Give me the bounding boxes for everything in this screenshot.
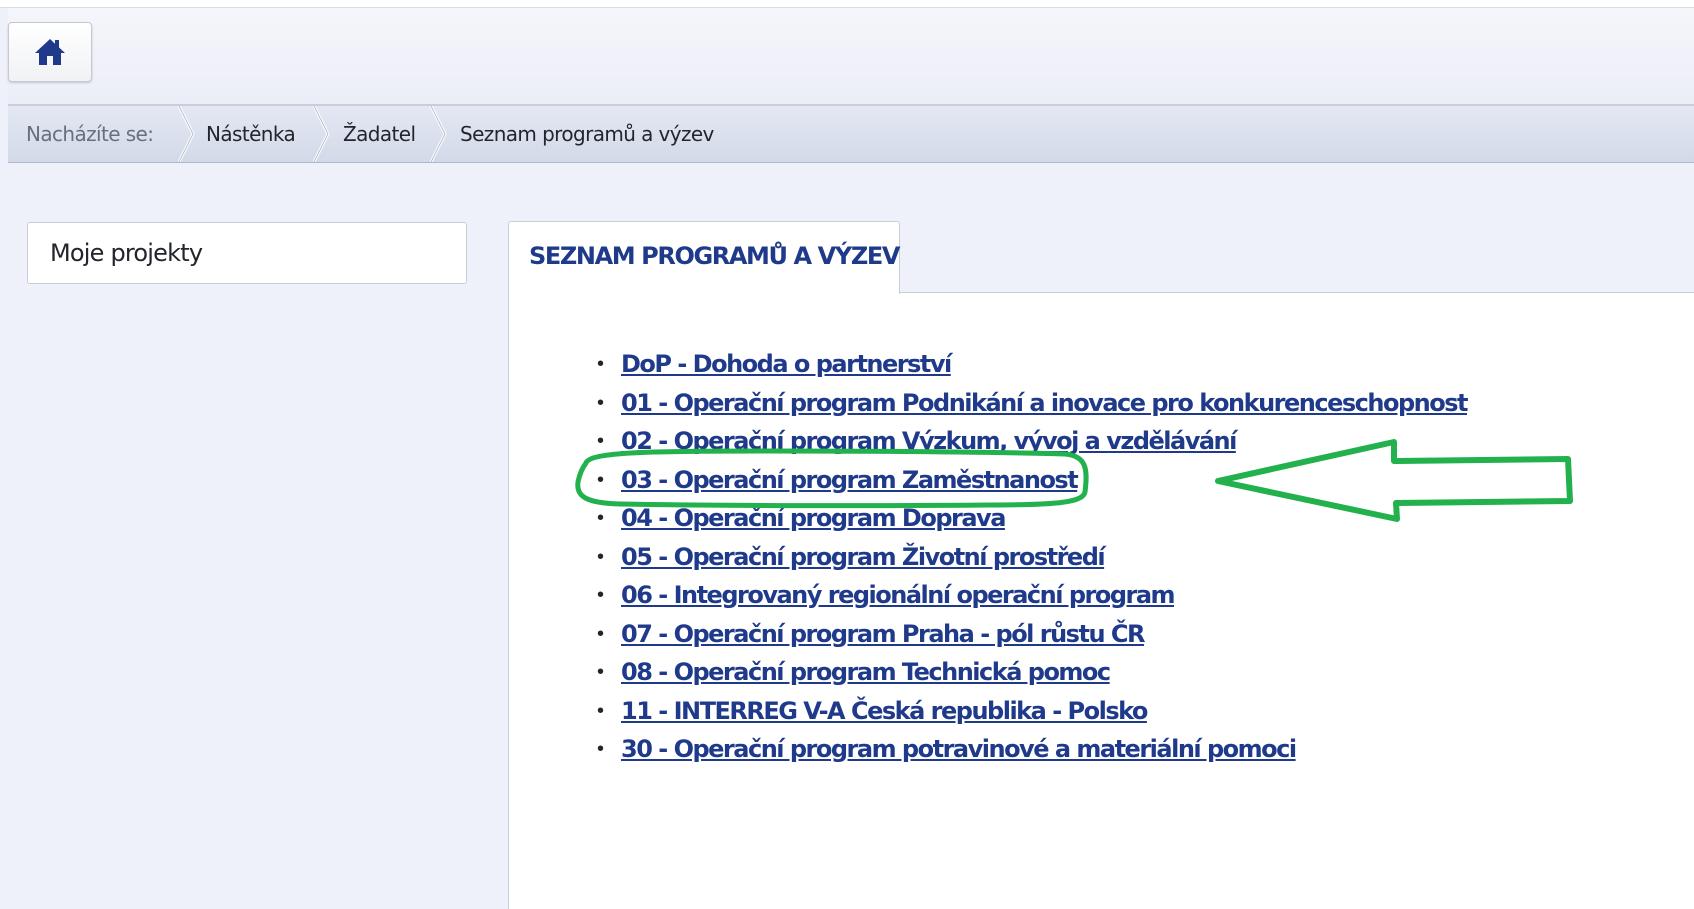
top-border (0, 0, 1694, 8)
list-item: 03 - Operační program Zaměstnanost (597, 465, 1467, 504)
breadcrumb: Nacházíte se: Nástěnka Žadatel Seznam pr… (8, 106, 1694, 163)
list-item: 04 - Operační program Doprava (597, 503, 1467, 542)
program-link-11[interactable]: 11 - INTERREG V-A Česká republika - Pols… (621, 697, 1148, 725)
program-link-07[interactable]: 07 - Operační program Praha - pól růstu … (621, 620, 1145, 648)
program-list: DoP - Dohoda o partnerství 01 - Operační… (597, 349, 1468, 773)
list-item: 06 - Integrovaný regionální operační pro… (597, 580, 1467, 619)
program-link-06[interactable]: 06 - Integrovaný regionální operační pro… (621, 581, 1176, 609)
program-link-dop[interactable]: DoP - Dohoda o partnerství (621, 350, 952, 378)
sidebar-item-moje-projekty[interactable]: Moje projekty (27, 222, 467, 284)
breadcrumb-item-zadatel[interactable]: Žadatel (343, 106, 416, 162)
home-icon (35, 39, 65, 65)
list-item: 30 - Operační program potravinové a mate… (597, 734, 1467, 773)
program-link-30[interactable]: 30 - Operační program potravinové a mate… (621, 735, 1297, 763)
list-item: DoP - Dohoda o partnerství (597, 349, 1467, 388)
breadcrumb-item-nastenka[interactable]: Nástěnka (206, 106, 296, 162)
program-link-01[interactable]: 01 - Operační program Podnikání a inovac… (621, 389, 1468, 417)
program-link-04[interactable]: 04 - Operační program Doprava (621, 504, 1006, 532)
list-item: 07 - Operační program Praha - pól růstu … (597, 619, 1467, 658)
tab-seznam-programu[interactable]: SEZNAM PROGRAMŮ A VÝZEV (508, 221, 900, 294)
list-item: 05 - Operační program Životní prostředí (597, 542, 1467, 581)
list-item: 01 - Operační program Podnikání a inovac… (597, 388, 1468, 427)
list-item: 11 - INTERREG V-A Česká republika - Pols… (597, 696, 1467, 735)
list-item: 08 - Operační program Technická pomoc (597, 657, 1467, 696)
program-link-02[interactable]: 02 - Operační program Výzkum, vývoj a vz… (621, 427, 1237, 455)
program-link-05[interactable]: 05 - Operační program Životní prostředí (621, 543, 1106, 571)
home-button[interactable] (8, 22, 92, 82)
breadcrumb-current: Seznam programů a výzev (460, 122, 714, 146)
program-panel: DoP - Dohoda o partnerství 01 - Operační… (508, 292, 1694, 909)
breadcrumb-separator (430, 106, 447, 162)
list-item: 02 - Operační program Výzkum, vývoj a vz… (597, 426, 1467, 465)
program-link-08[interactable]: 08 - Operační program Technická pomoc (621, 658, 1111, 686)
tab-label: SEZNAM PROGRAMŮ A VÝZEV (529, 242, 900, 270)
breadcrumb-separator (178, 106, 195, 162)
top-toolbar (8, 8, 1694, 106)
program-link-03[interactable]: 03 - Operační program Zaměstnanost (621, 466, 1079, 494)
breadcrumb-separator (313, 106, 330, 162)
breadcrumb-label: Nacházíte se: (26, 122, 154, 146)
